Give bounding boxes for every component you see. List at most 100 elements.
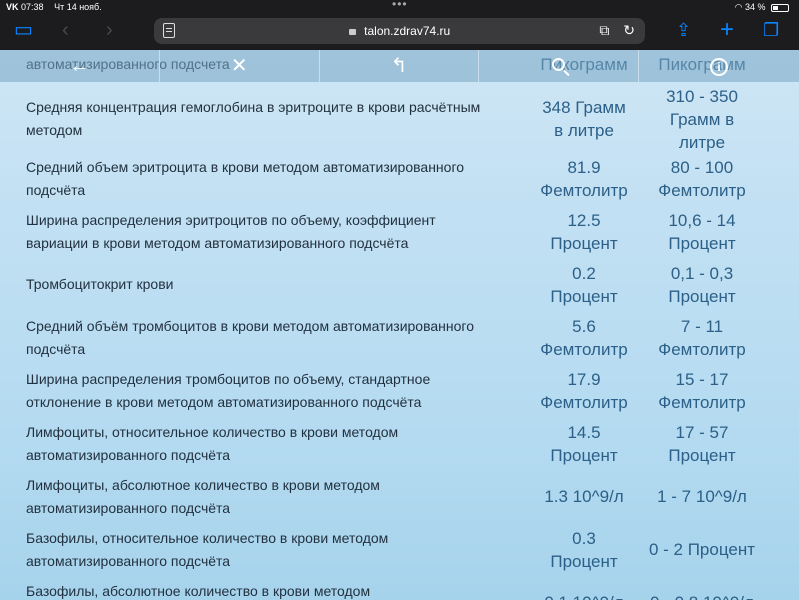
test-name: Средняя концентрация гемоглобина в эритр… <box>26 96 526 142</box>
test-name: Базофилы, относительное количество в кро… <box>26 527 526 573</box>
reference-range: 1 - 7 10^9/л <box>643 485 761 508</box>
test-value: 348 Грамм в литре <box>525 96 643 142</box>
table-row: Тромбоцитокрит крови 0.2 Процент 0,1 - 0,3 П… <box>0 258 799 311</box>
reference-range-line: Процент <box>668 234 736 253</box>
table-row: Лимфоциты, абсолютное количество в крови… <box>0 470 799 523</box>
battery-icon <box>771 3 789 12</box>
test-value-line: Процент <box>550 552 618 571</box>
battery-label: 34 % <box>744 2 766 12</box>
add-icon[interactable]: + <box>720 18 734 42</box>
reference-range-line: 10,6 - 14 <box>668 211 736 230</box>
reference-range: 0 - 2 Процент <box>643 538 761 561</box>
test-value-line: Фемтолитр <box>540 393 628 412</box>
test-value-line: Процент <box>550 446 618 465</box>
url-text: talon.zdrav74.ru <box>364 24 451 38</box>
test-value-line: Процент <box>550 234 618 253</box>
browser-chrome: VK 07:38 Чт 14 нояб. ••• ◠ 34 % ▭ ‹ › ta… <box>0 0 799 50</box>
reference-range-line: Фемтолитр <box>658 340 746 359</box>
test-value-line: в литре <box>554 121 614 140</box>
back-icon[interactable]: ‹ <box>62 18 69 42</box>
test-value-line: 348 Грамм <box>542 98 626 117</box>
reference-range-line: 0 - 0.8 10^9/л <box>643 591 761 600</box>
test-value-line: Фемтолитр <box>540 181 628 200</box>
table-row: Лимфоциты, относительное количество в кр… <box>0 417 799 470</box>
reference-range-line: Процент <box>668 287 736 306</box>
test-value-line: 5.6 <box>572 317 596 336</box>
reference-range-line: 80 - 100 <box>670 158 734 177</box>
test-name: Ширина распределения эритроцитов по объе… <box>26 209 526 255</box>
reference-range-line: 1 - 7 10^9/л <box>657 487 747 506</box>
reference-range-line: 0,1 - 0,3 <box>670 264 734 283</box>
return-icon[interactable]: ↰ <box>320 50 480 82</box>
carrier-label: VK <box>6 2 19 12</box>
test-name-line: Средний объем эритроцита в крови методом… <box>26 159 465 175</box>
reference-range-line: Грамм в <box>669 110 735 129</box>
status-bar: VK 07:38 Чт 14 нояб. ••• ◠ 34 % <box>0 0 799 14</box>
test-name: Тромбоцитокрит крови <box>26 273 526 296</box>
test-name-line: подсчёта <box>26 182 86 198</box>
reference-range: 17 - 57 Процент <box>643 421 761 467</box>
forward-icon[interactable]: › <box>106 18 113 42</box>
test-name: Базофилы, абсолютное количество в крови … <box>26 580 526 600</box>
test-name: Лимфоциты, относительное количество в кр… <box>26 421 526 467</box>
test-name: Лимфоциты, абсолютное количество в крови… <box>26 474 526 520</box>
table-row: Базофилы, абсолютное количество в крови … <box>0 576 799 600</box>
test-value-line: 17.9 <box>567 370 601 389</box>
reference-range-line: Процент <box>668 446 736 465</box>
reference-range-line: 17 - 57 <box>675 423 729 442</box>
reference-range: 7 - 11 Фемтолитр <box>643 315 761 361</box>
table-row: Ширина распределения тромбоцитов по объе… <box>0 364 799 417</box>
test-value: 81.9 Фемтолитр <box>525 156 643 202</box>
table-row: Средний объем эритроцита в крови методом… <box>0 152 799 205</box>
table-row: Средняя концентрация гемоглобина в эритр… <box>0 86 799 152</box>
test-name-line: Лимфоциты, абсолютное количество в крови… <box>26 477 380 493</box>
test-name-line: подсчёта <box>26 341 86 357</box>
reference-range-line: Фемтолитр <box>658 181 746 200</box>
reference-range-line: 7 - 11 <box>680 317 724 336</box>
test-value-line: 12.5 <box>567 211 601 230</box>
multitask-dots-icon[interactable]: ••• <box>392 0 408 11</box>
info-icon[interactable]: i <box>639 50 799 82</box>
arrow-left-icon[interactable]: ← <box>0 50 160 82</box>
tabs-icon[interactable]: ❐ <box>763 18 779 42</box>
share-icon[interactable]: ⇪ <box>676 18 691 42</box>
test-name-line: Ширина распределения тромбоцитов по объе… <box>26 371 431 387</box>
test-name: Средний объём тромбоцитов в крови методо… <box>26 315 526 361</box>
search-icon[interactable] <box>479 50 640 82</box>
close-icon[interactable]: ✕ <box>160 50 320 82</box>
reference-range: 0,1 - 0,3 Процент <box>643 262 761 308</box>
test-value: 17.9 Фемтолитр <box>525 368 643 414</box>
test-value: 12.5 Процент <box>525 209 643 255</box>
test-value: 14.5 Процент <box>525 421 643 467</box>
reference-range: 0 - 0.8 10^9/л <box>643 591 761 600</box>
test-value: 0.3 Процент <box>525 527 643 573</box>
reference-range-line: 0 - 2 Процент <box>648 540 756 559</box>
test-name-line: Базофилы, абсолютное количество в крови … <box>26 583 371 599</box>
page-toolbar: ← ✕ ↰ i <box>0 50 799 82</box>
reference-range: 80 - 100 Фемтолитр <box>643 156 761 202</box>
test-name-line: вариации в крови методом автоматизирован… <box>26 235 409 251</box>
test-name-line: Средняя концентрация гемоглобина в эритр… <box>26 99 481 115</box>
reader-icon[interactable]: ⧉ <box>599 22 609 38</box>
test-value: 1.3 10^9/л <box>525 485 643 508</box>
test-name-line: отклонение в крови методом автоматизиров… <box>26 394 422 410</box>
test-name: Средний объем эритроцита в крови методом… <box>26 156 526 202</box>
test-value-line: Фемтолитр <box>540 340 628 359</box>
reference-range: 15 - 17 Фемтолитр <box>643 368 761 414</box>
sidebar-icon[interactable]: ▭ <box>14 18 33 42</box>
test-value-line: 14.5 <box>567 423 601 442</box>
time-label: 07:38 <box>21 2 44 12</box>
address-bar[interactable]: talon.zdrav74.ru ⧉ ↻ <box>154 18 645 44</box>
reload-icon[interactable]: ↻ <box>623 22 635 38</box>
test-name-line: методом <box>26 122 83 138</box>
table-row: Ширина распределения эритроцитов по объе… <box>0 205 799 258</box>
test-value-line: 0.1 10^9/л <box>525 591 643 600</box>
test-name-line: Лимфоциты, относительное количество в кр… <box>26 424 399 440</box>
reference-range-line: литре <box>678 133 726 152</box>
test-value: 5.6 Фемтолитр <box>525 315 643 361</box>
test-value-line: 81.9 <box>567 158 601 177</box>
date-label: Чт 14 нояб. <box>54 2 102 12</box>
test-name: Ширина распределения тромбоцитов по объе… <box>26 368 526 414</box>
test-name-line: Ширина распределения эритроцитов по объе… <box>26 212 436 228</box>
wifi-icon: ◠ <box>734 2 743 12</box>
